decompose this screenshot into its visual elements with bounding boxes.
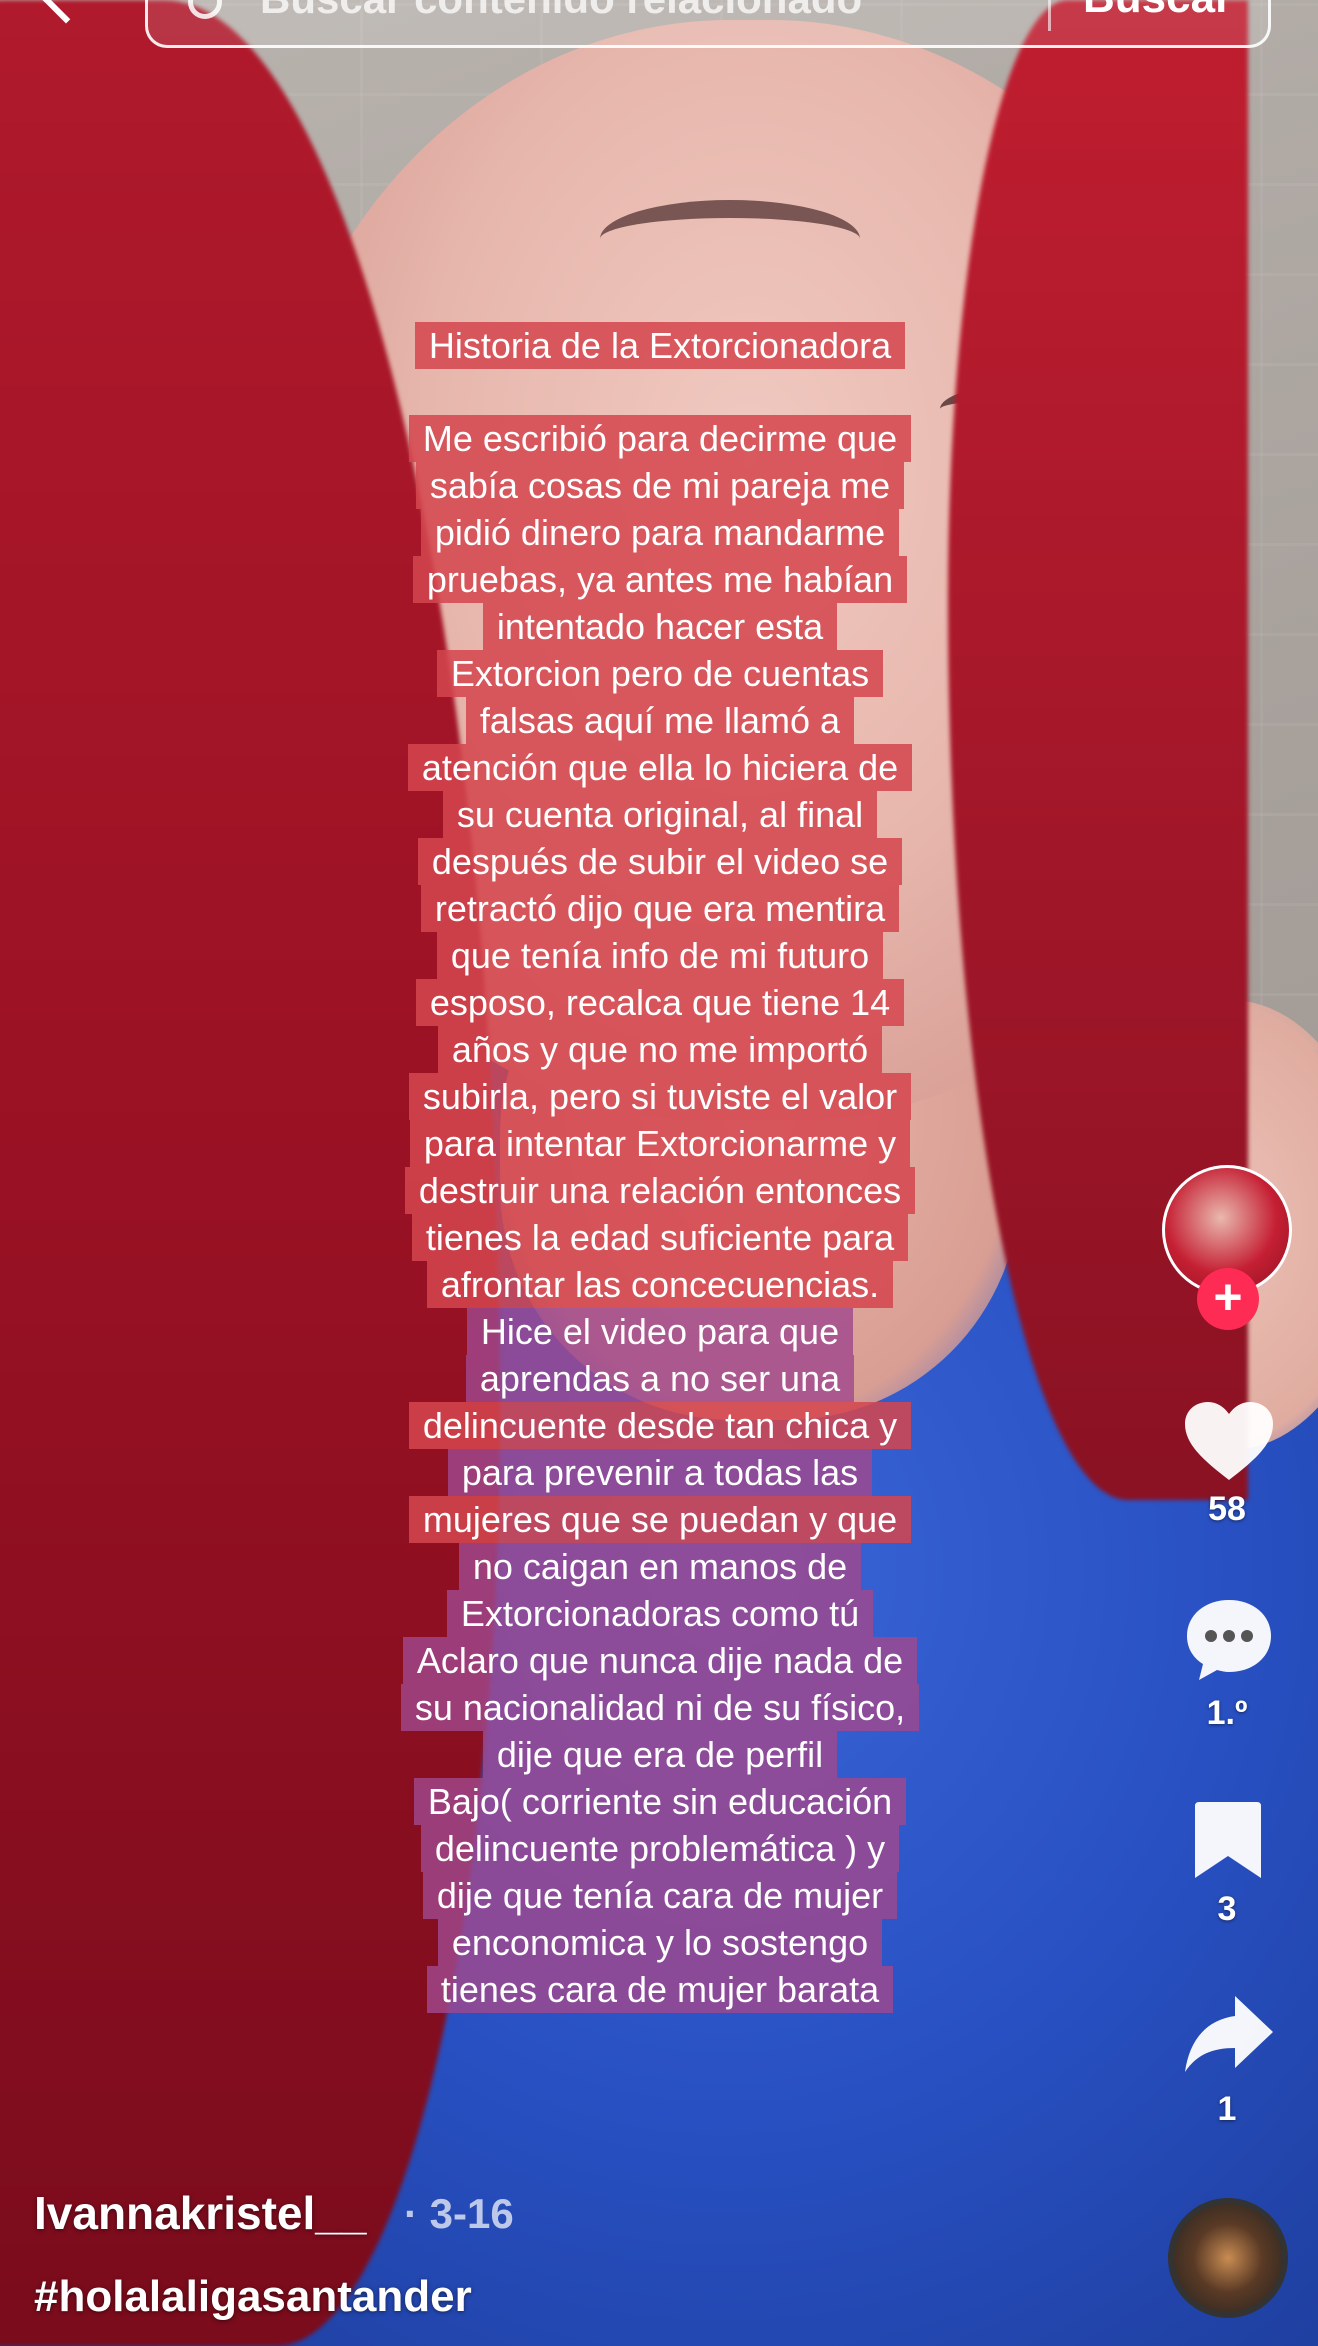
caption-line: pruebas, ya antes me habían <box>380 556 940 603</box>
caption-line: falsas aquí me llamó a <box>380 697 940 744</box>
caption-line: pidió dinero para mandarme <box>380 509 940 556</box>
caption-line: dije que era de perfil <box>380 1731 940 1778</box>
creator-username[interactable]: Ivannakristel__ <box>34 2186 366 2240</box>
caption-line: Aclaro que nunca dije nada de <box>380 1637 940 1684</box>
search-bar[interactable]: Buscar contenido relacionado Buscar <box>145 0 1271 48</box>
share-count: 1 <box>1217 2090 1237 2128</box>
caption-line: intentado hacer esta <box>380 603 940 650</box>
caption-line: mujeres que se puedan y que <box>380 1496 940 1543</box>
share-icon[interactable] <box>1183 1992 1275 2078</box>
caption-line: su nacionalidad ni de su físico, <box>380 1684 940 1731</box>
like-count: 58 <box>1208 1490 1246 1528</box>
caption-line: Extorcionadoras como tú <box>380 1590 940 1637</box>
caption-line: delincuente desde tan chica y <box>380 1402 940 1449</box>
video-caption-overlay: Historia de la Extorcionadora Me escribi… <box>380 322 940 2013</box>
search-divider <box>1048 0 1051 31</box>
search-button[interactable]: Buscar <box>1083 0 1232 23</box>
bookmark-icon[interactable] <box>1193 1800 1263 1880</box>
caption-line: destruir una relación entonces <box>380 1167 940 1214</box>
caption-line: dije que tenía cara de mujer <box>380 1872 940 1919</box>
caption-line: años y que no me importó <box>380 1026 940 1073</box>
caption-line: que tenía info de mi futuro <box>380 932 940 979</box>
hashtag-link[interactable]: #holalaligasantander <box>34 2272 472 2322</box>
search-icon <box>188 0 222 19</box>
comment-icon[interactable] <box>1183 1596 1275 1682</box>
caption-line: atención que ella lo hiciera de <box>380 744 940 791</box>
caption-title: Historia de la Extorcionadora <box>380 322 940 369</box>
caption-line: no caigan en manos de <box>380 1543 940 1590</box>
music-disc-icon[interactable] <box>1168 2198 1288 2318</box>
caption-line: sabía cosas de mi pareja me <box>380 462 940 509</box>
caption-line: Bajo( corriente sin educación <box>380 1778 940 1825</box>
caption-line: retractó dijo que era mentira <box>380 885 940 932</box>
caption-line: afrontar las concecuencias. <box>380 1261 940 1308</box>
caption-line: enconomica y lo sostengo <box>380 1919 940 1966</box>
caption-line: delincuente problemática ) y <box>380 1825 940 1872</box>
caption-line: para intentar Extorcionarme y <box>380 1120 940 1167</box>
save-count: 3 <box>1217 1890 1237 1928</box>
heart-icon[interactable] <box>1183 1400 1275 1482</box>
caption-line: después de subir el video se <box>380 838 940 885</box>
caption-line: subirla, pero si tuviste el valor <box>380 1073 940 1120</box>
comment-count: 1.º <box>1206 1694 1248 1732</box>
post-date: · 3-16 <box>404 2190 514 2237</box>
caption-line: para prevenir a todas las <box>380 1449 940 1496</box>
search-input[interactable]: Buscar contenido relacionado <box>260 0 862 23</box>
eyebrow-left <box>600 200 860 278</box>
caption-line: Me escribió para decirme que <box>380 415 940 462</box>
caption-line: aprendas a no ser una <box>380 1355 940 1402</box>
caption-line: Extorcion pero de cuentas <box>380 650 940 697</box>
caption-line: esposo, recalca que tiene 14 <box>380 979 940 1026</box>
caption-line: Hice el video para que <box>380 1308 940 1355</box>
caption-line: su cuenta original, al final <box>380 791 940 838</box>
caption-line: tienes la edad suficiente para <box>380 1214 940 1261</box>
caption-line: tienes cara de mujer barata <box>380 1966 940 2013</box>
follow-plus-icon[interactable]: + <box>1197 1268 1259 1330</box>
